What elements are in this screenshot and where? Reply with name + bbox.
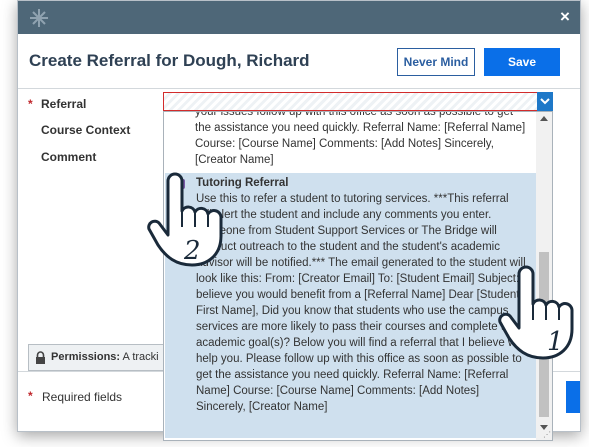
step-number-1: 1 [547, 327, 564, 357]
option-description: Use this to refer a student to tutoring … [196, 193, 526, 413]
header-divider [18, 88, 580, 89]
required-fields-marker: * [28, 389, 33, 403]
referral-select-toggle[interactable] [537, 92, 553, 111]
dropdown-option-previous[interactable]: your issues follow up with this office a… [164, 112, 536, 172]
option-title: Tutoring Referral [196, 177, 289, 189]
required-marker: * [28, 97, 33, 111]
referral-label: Referral [41, 97, 87, 111]
referral-dropdown-list[interactable]: your issues follow up with this office a… [163, 111, 553, 441]
referral-select[interactable] [163, 92, 552, 111]
lock-icon [36, 351, 45, 364]
save-button[interactable]: Save [484, 48, 560, 76]
required-fields-note: Required fields [42, 390, 123, 404]
hand-pointer-icon: 2 [147, 172, 223, 267]
course-context-label: Course Context [41, 123, 131, 137]
permissions-label: Permissions: [51, 351, 121, 363]
chevron-down-icon [540, 98, 550, 105]
dialog-title: Create Referral for Dough, Richard [29, 51, 310, 70]
comment-label: Comment [41, 150, 97, 164]
dialog-titlebar[interactable]: × [18, 1, 580, 34]
drag-handle-icon[interactable] [28, 7, 50, 29]
resize-grip-icon[interactable]: ⋰ [543, 430, 551, 439]
scroll-up-arrow[interactable] [540, 116, 548, 121]
never-mind-button[interactable]: Never Mind [397, 48, 475, 76]
option-description: your issues follow up with this office a… [195, 111, 526, 166]
step-number-2: 2 [183, 236, 201, 266]
permissions-text: A tracki [122, 351, 159, 363]
close-icon[interactable]: × [555, 7, 575, 27]
hand-pointer-icon: 1 [498, 265, 574, 360]
footer-button-partial[interactable] [566, 381, 580, 413]
